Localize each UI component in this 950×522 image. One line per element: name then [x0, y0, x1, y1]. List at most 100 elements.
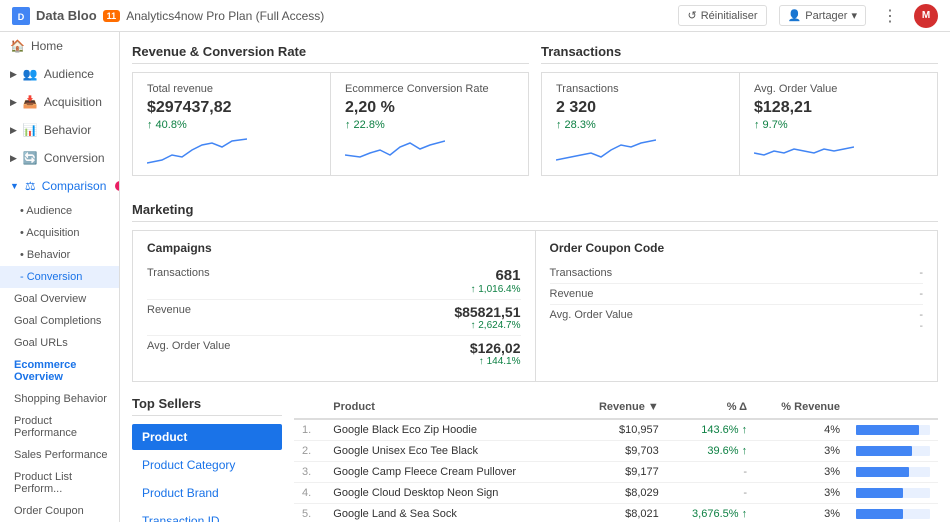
nav-product[interactable]: Product: [132, 424, 282, 450]
sidebar-item-conversion[interactable]: ▶ 🔄 Conversion: [0, 144, 119, 172]
app-header: D Data Bloo 11 Analytics4now Pro Plan (F…: [0, 0, 950, 32]
row-pct-revenue: 3%: [755, 441, 848, 462]
row-pct-revenue: 3%: [755, 504, 848, 522]
col-revenue[interactable]: Revenue ▼: [573, 396, 667, 419]
total-revenue-label: Total revenue: [147, 83, 316, 95]
table-row: 5. Google Land & Sea Sock $8,021 3,676.5…: [294, 504, 938, 522]
sidebar-sub-audience[interactable]: • Audience: [0, 200, 119, 222]
table-row: 1. Google Black Eco Zip Hoodie $10,957 1…: [294, 419, 938, 441]
expand-icon5: ▼: [10, 181, 19, 191]
avg-order-value-label: Avg. Order Value: [754, 83, 923, 95]
sidebar-comparison-label: Comparison: [42, 179, 107, 193]
sidebar-item-comparison[interactable]: ▼ ⚖ Comparison 5: [0, 172, 119, 200]
acquisition-icon: 📥: [23, 95, 38, 109]
reset-icon: ↺: [687, 9, 696, 22]
transactions-section-title: Transactions: [541, 44, 938, 64]
table-row: 2. Google Unisex Eco Tee Black $9,703 39…: [294, 441, 938, 462]
table-row: 4. Google Cloud Desktop Neon Sign $8,029…: [294, 483, 938, 504]
coupon-revenue-value: -: [660, 288, 924, 300]
behavior-icon: 📊: [23, 123, 38, 137]
coupon-avg-order-label: Avg. Order Value: [550, 309, 660, 321]
reinitialiser-button[interactable]: ↺ Réinitialiser: [678, 5, 766, 26]
total-revenue-value: $297437,82: [147, 99, 316, 117]
sidebar-sales-performance[interactable]: Sales Performance: [0, 444, 119, 466]
partager-button[interactable]: 👤 Partager ▾: [779, 5, 866, 26]
more-options-button[interactable]: ⋮: [878, 6, 902, 26]
row-num: 2.: [294, 441, 325, 462]
sidebar-goal-completions[interactable]: Goal Completions: [0, 310, 119, 332]
campaigns-avg-order-sub: ↑ 144.1%: [257, 356, 521, 367]
sidebar-ecommerce-overview[interactable]: Ecommerce Overview: [0, 354, 119, 388]
nav-transaction-id[interactable]: Transaction ID: [132, 508, 282, 522]
avg-order-value-change: ↑ 9.7%: [754, 119, 923, 131]
coupon-transactions-row: Transactions -: [550, 263, 924, 284]
sidebar-sub-acquisition[interactable]: • Acquisition: [0, 222, 119, 244]
sidebar-goal-urls[interactable]: Goal URLs: [0, 332, 119, 354]
sidebar-item-behavior[interactable]: ▶ 📊 Behavior: [0, 116, 119, 144]
sidebar-order-coupon[interactable]: Order Coupon: [0, 500, 119, 522]
row-bar: [848, 462, 938, 483]
coupon-revenue-label: Revenue: [550, 288, 660, 300]
sidebar-product-performance[interactable]: Product Performance: [0, 410, 119, 444]
marketing-grid: Campaigns Transactions 681 ↑ 1,016.4% Re…: [132, 230, 938, 382]
campaigns-avg-order-value: $126,02: [257, 340, 521, 356]
campaigns-avg-order-row: Avg. Order Value $126,02 ↑ 144.1%: [147, 336, 521, 371]
comparison-icon: ⚖: [25, 179, 36, 193]
transactions-card: Transactions 2 320 ↑ 28.3%: [542, 73, 740, 175]
row-bar: [848, 504, 938, 522]
svg-text:D: D: [18, 12, 25, 22]
sidebar-item-acquisition[interactable]: ▶ 📥 Acquisition: [0, 88, 119, 116]
main-layout: 🏠 Home ▶ 👥 Audience ▶ 📥 Acquisition ▶ 📊 …: [0, 32, 950, 522]
conversion-rate-change: ↑ 22.8%: [345, 119, 514, 131]
row-pct-revenue: 3%: [755, 483, 848, 504]
transactions-value: 2 320: [556, 99, 725, 117]
transactions-change: ↑ 28.3%: [556, 119, 725, 131]
col-pct-revenue[interactable]: % Revenue: [755, 396, 848, 419]
sidebar-shopping-behavior[interactable]: Shopping Behavior: [0, 388, 119, 410]
header-tag: 11: [103, 10, 121, 22]
row-revenue: $9,703: [573, 441, 667, 462]
campaigns-revenue-value: $85821,51: [257, 304, 521, 320]
top-sellers-left: Top Sellers Product Product Category Pro…: [132, 396, 282, 522]
row-pct-revenue: 3%: [755, 462, 848, 483]
marketing-section: Marketing Campaigns Transactions 681 ↑ 1…: [132, 202, 938, 382]
col-num: [294, 396, 325, 419]
coupon-avg-order-sub: -: [660, 321, 924, 332]
sidebar-goal-overview[interactable]: Goal Overview: [0, 288, 119, 310]
transactions-sparkline: [556, 135, 725, 165]
user-avatar[interactable]: M: [914, 4, 938, 28]
row-product: Google Camp Fleece Cream Pullover: [325, 462, 572, 483]
sidebar-sub-conversion[interactable]: - Conversion: [0, 266, 119, 288]
top-sellers-section: Top Sellers Product Product Category Pro…: [132, 396, 938, 522]
nav-product-brand[interactable]: Product Brand: [132, 480, 282, 506]
products-table: Product Revenue ▼ % Δ % Revenue 1. Googl…: [294, 396, 938, 522]
sidebar-item-home[interactable]: 🏠 Home: [0, 32, 119, 60]
col-product[interactable]: Product: [325, 396, 572, 419]
conversion-sparkline: [345, 135, 514, 165]
sidebar-sub-behavior[interactable]: • Behavior: [0, 244, 119, 266]
conversion-rate-label: Ecommerce Conversion Rate: [345, 83, 514, 95]
row-product: Google Black Eco Zip Hoodie: [325, 419, 572, 441]
campaigns-transactions-value: 681: [257, 267, 521, 284]
home-icon: 🏠: [10, 39, 25, 53]
sidebar-product-list-perform[interactable]: Product List Perform...: [0, 466, 119, 500]
campaigns-revenue-label: Revenue: [147, 304, 257, 316]
row-revenue: $9,177: [573, 462, 667, 483]
sidebar-item-audience[interactable]: ▶ 👥 Audience: [0, 60, 119, 88]
nav-product-category[interactable]: Product Category: [132, 452, 282, 478]
top-sellers-title: Top Sellers: [132, 396, 282, 416]
revenue-section: Revenue & Conversion Rate Total revenue …: [132, 44, 529, 190]
revenue-metrics-row: Total revenue $297437,82 ↑ 40.8% Ecommer…: [132, 72, 529, 176]
sidebar-home-label: Home: [31, 39, 63, 53]
sidebar: 🏠 Home ▶ 👥 Audience ▶ 📥 Acquisition ▶ 📊 …: [0, 32, 120, 522]
coupon-transactions-label: Transactions: [550, 267, 660, 279]
main-content: Revenue & Conversion Rate Total revenue …: [120, 32, 950, 522]
row-bar: [848, 483, 938, 504]
top-sellers-nav: Product Product Category Product Brand T…: [132, 424, 282, 522]
row-product: Google Unisex Eco Tee Black: [325, 441, 572, 462]
campaigns-title: Campaigns: [147, 241, 521, 255]
reinitialiser-label: Réinitialiser: [701, 10, 758, 22]
conversion-rate-card: Ecommerce Conversion Rate 2,20 % ↑ 22.8%: [331, 73, 528, 175]
col-pct-delta[interactable]: % Δ: [667, 396, 755, 419]
table-row: 3. Google Camp Fleece Cream Pullover $9,…: [294, 462, 938, 483]
